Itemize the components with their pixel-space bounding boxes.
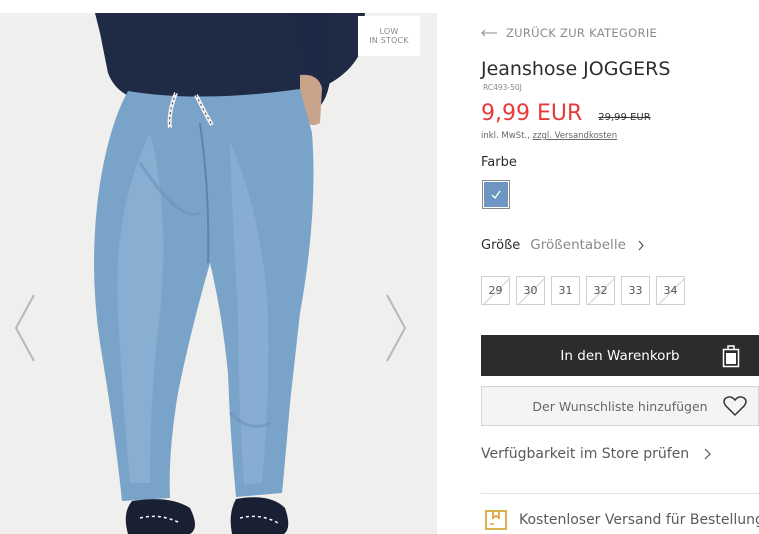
tax-note: inkl. MwSt., zzgl. Versandkosten [481,131,617,141]
size-option-label: 31 [558,284,573,297]
free-shipping-label: Kostenloser Versand für Bestellungen [519,512,759,528]
low-stock-badge: LOW IN STOCK [358,16,420,56]
divider [481,493,759,494]
store-availability-label: Verfügbarkeit im Store prüfen [481,446,690,462]
color-label: Farbe [481,155,517,170]
shipping-costs-link[interactable]: zzgl. Versandkosten [533,131,618,141]
chevron-right-icon [386,294,407,362]
sale-price: 9,99 EUR [481,101,583,126]
size-option-30[interactable]: 30 [516,276,546,306]
add-to-wishlist-button[interactable]: Der Wunschliste hinzufügen [481,386,759,426]
product-photo [0,13,437,534]
size-options: 29 30 31 32 33 34 [481,276,691,306]
gallery-next-button[interactable] [383,293,409,363]
original-price: 29,99 EUR [598,112,651,123]
size-option-33[interactable]: 33 [621,276,650,305]
chevron-right-icon [638,240,644,250]
color-swatch[interactable] [482,180,510,209]
back-to-category-link[interactable]: ZURÜCK ZUR KATEGORIE [481,26,657,40]
free-shipping-info: Kostenloser Versand für Bestellungen [484,509,759,531]
shopping-bag-icon [722,345,740,368]
size-chart-label: Größentabelle [530,237,626,253]
size-option-label: 33 [628,284,643,297]
add-to-cart-label: In den Warenkorb [560,347,680,364]
chevron-right-icon [704,448,712,460]
size-row: Größe Größentabelle [481,237,644,253]
size-option-34[interactable]: 34 [656,276,686,306]
size-option-label: 32 [593,284,608,297]
product-image-gallery: LOW IN STOCK [0,13,437,534]
store-availability-link[interactable]: Verfügbarkeit im Store prüfen [481,446,712,462]
size-option-label: 29 [488,284,503,297]
product-detail-panel: ZURÜCK ZUR KATEGORIE Jeanshose JOGGERS R… [481,0,759,534]
size-option-label: 30 [523,284,538,297]
tax-note-prefix: inkl. MwSt., [481,131,530,141]
size-option-29[interactable]: 29 [481,276,511,306]
stock-badge-line1: LOW [379,27,399,36]
size-option-31[interactable]: 31 [551,276,580,305]
price-row: 9,99 EUR 29,99 EUR [481,101,651,126]
add-to-wishlist-label: Der Wunschliste hinzufügen [532,398,708,414]
gallery-prev-button[interactable] [12,293,38,363]
size-option-label: 34 [663,284,678,297]
arrow-left-icon [481,29,497,37]
chevron-left-icon [14,294,35,362]
back-label: ZURÜCK ZUR KATEGORIE [506,26,658,40]
package-icon [485,510,507,530]
checkmark-icon [491,190,501,200]
product-title: Jeanshose JOGGERS [481,58,671,80]
size-chart-link[interactable]: Größentabelle [530,237,644,253]
color-swatch-fill [484,182,508,207]
size-label: Größe [481,237,521,253]
heart-icon [723,396,747,417]
size-option-32[interactable]: 32 [586,276,616,306]
add-to-cart-button[interactable]: In den Warenkorb [481,335,759,376]
stock-badge-line2: IN STOCK [369,36,409,45]
product-sku: RC493-50J [483,83,522,92]
